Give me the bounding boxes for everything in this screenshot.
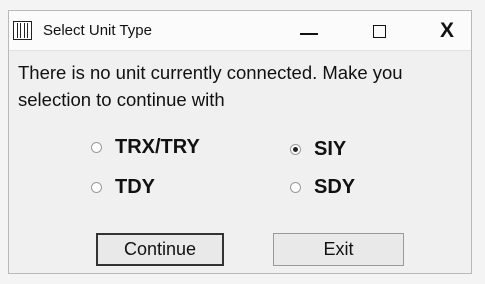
minimize-button[interactable] [284, 11, 334, 51]
radio-label: SIY [314, 138, 347, 160]
radio-label: SDY [314, 176, 356, 198]
select-unit-type-dialog: Select Unit Type X There is no unit curr… [8, 10, 472, 274]
info-message: There is no unit currently connected. Ma… [18, 62, 403, 110]
radio-label: TDY [115, 176, 155, 198]
radio-tdy[interactable]: TDY [91, 176, 155, 199]
window-title: Select Unit Type [43, 22, 152, 39]
radio-siy[interactable]: SIY [290, 138, 346, 161]
minimize-icon [300, 33, 318, 35]
continue-button[interactable]: Continue [96, 233, 224, 266]
close-button[interactable]: X [422, 11, 472, 51]
radio-sdy[interactable]: SDY [290, 176, 355, 199]
exit-button[interactable]: Exit [273, 233, 404, 266]
app-icon [13, 21, 32, 40]
radio-label: TRX/TRY [115, 136, 200, 158]
radio-trx-try[interactable]: TRX/TRY [91, 136, 200, 159]
maximize-icon [372, 24, 386, 38]
radio-button-selected-icon[interactable] [290, 144, 301, 155]
radio-button-icon[interactable] [290, 182, 301, 193]
title-bar[interactable]: Select Unit Type X [9, 11, 471, 51]
maximize-button[interactable] [354, 11, 404, 51]
radio-button-icon[interactable] [91, 142, 102, 153]
radio-button-icon[interactable] [91, 182, 102, 193]
